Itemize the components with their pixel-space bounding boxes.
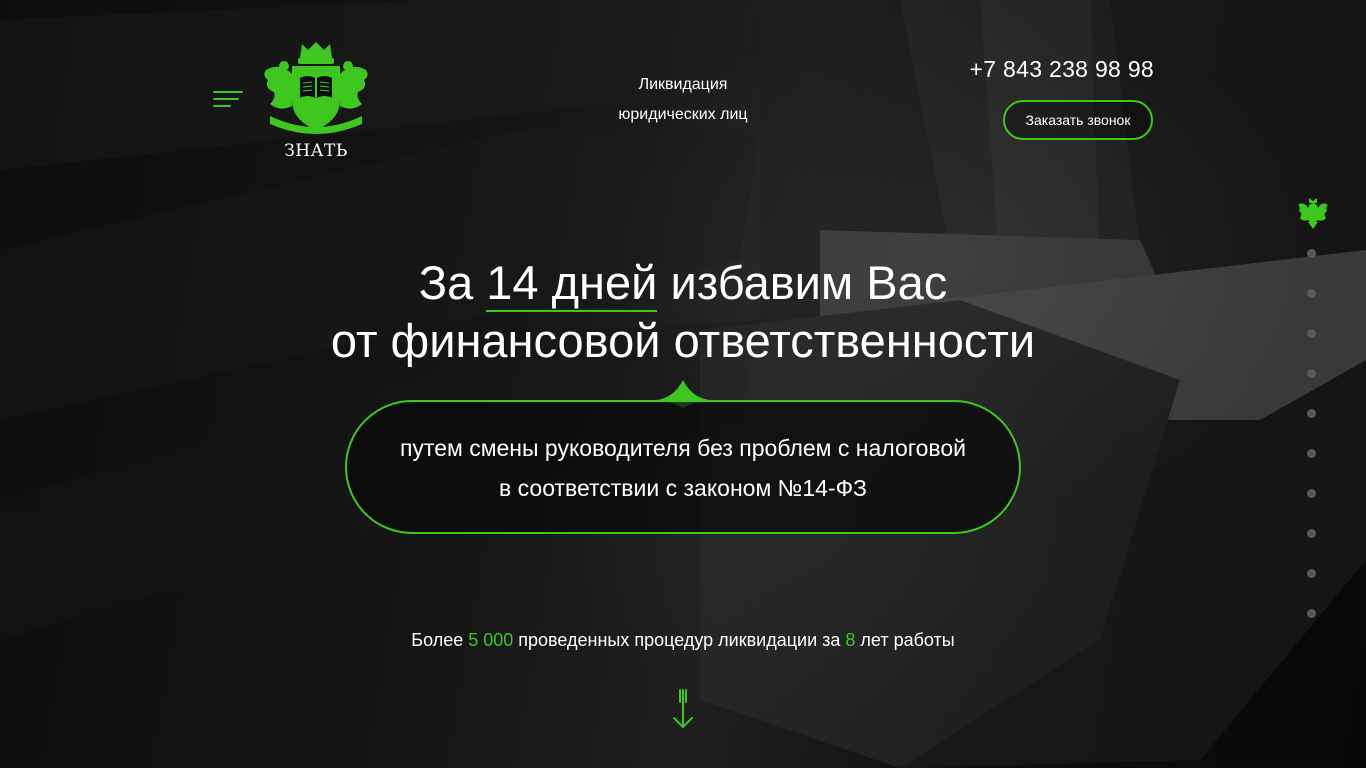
stats-text: лет работы — [855, 630, 955, 650]
side-nav-dot[interactable] — [1307, 289, 1316, 298]
menu-line — [213, 98, 239, 100]
tagline-line: юридических лиц — [618, 106, 748, 123]
logo[interactable]: ЗНАТЬ — [262, 40, 370, 164]
side-nav-dot[interactable] — [1307, 329, 1316, 338]
callback-button[interactable]: Заказать звонок — [1003, 100, 1153, 140]
side-nav-dot[interactable] — [1307, 529, 1316, 538]
side-nav-dot[interactable] — [1307, 409, 1316, 418]
menu-icon[interactable] — [213, 91, 243, 109]
side-nav-dot[interactable] — [1307, 609, 1316, 618]
stats-line: Более 5 000 проведенных процедур ликвида… — [283, 630, 1083, 651]
hero-title: За 14 дней избавим Вас от финансовой отв… — [183, 254, 1183, 370]
menu-line — [213, 105, 231, 107]
side-nav-dot[interactable] — [1307, 489, 1316, 498]
landing-page: ЗНАТЬ Ликвидация юридических лиц +7 843 … — [0, 0, 1366, 768]
hero-title-text: избавим Вас — [657, 256, 948, 309]
crest-logo-icon — [264, 42, 368, 134]
pill-line: в соответствии с законом №14-ФЗ — [499, 475, 867, 501]
hero-title-highlight: 14 дней — [486, 254, 658, 312]
logo-text: ЗНАТЬ — [284, 141, 348, 161]
hero-title-text: За — [418, 256, 487, 309]
stats-text: проведенных процедур ликвидации за — [513, 630, 846, 650]
pill-text: путем смены руководителя без проблем с н… — [347, 428, 1019, 508]
pill-line: путем смены руководителя без проблем с н… — [399, 435, 967, 461]
side-nav-dot[interactable] — [1307, 569, 1316, 578]
hero-title-line: За 14 дней избавим Вас — [183, 254, 1183, 312]
stats-count: 5 000 — [468, 630, 514, 650]
menu-line — [213, 91, 243, 93]
arrow-down-icon[interactable] — [672, 688, 694, 730]
hero-title-line: от финансовой ответственности — [330, 314, 1036, 367]
header-tagline: Ликвидация юридических лиц — [580, 70, 786, 130]
tagline-line: Ликвидация — [638, 76, 728, 93]
side-nav-dot[interactable] — [1307, 369, 1316, 378]
phone-number[interactable]: +7 843 238 98 98 — [940, 56, 1154, 83]
hero-subtitle-pill: путем смены руководителя без проблем с н… — [345, 400, 1021, 534]
side-nav-dot[interactable] — [1307, 249, 1316, 258]
stats-text: Более — [411, 630, 469, 650]
eagle-emblem-icon[interactable] — [1298, 196, 1328, 230]
stats-years: 8 — [845, 630, 856, 650]
side-nav-dot[interactable] — [1307, 449, 1316, 458]
